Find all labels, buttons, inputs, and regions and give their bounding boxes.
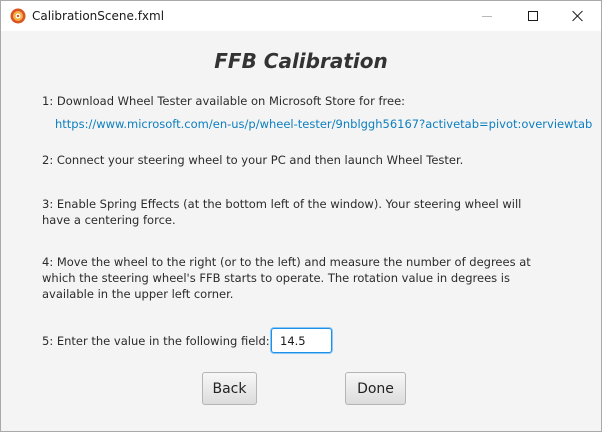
minimize-button[interactable] <box>464 1 510 31</box>
close-icon <box>572 10 584 22</box>
app-logo-icon <box>10 8 26 24</box>
title-bar[interactable]: CalibrationScene.fxml <box>1 1 601 31</box>
window-title: CalibrationScene.fxml <box>32 9 165 23</box>
done-button[interactable]: Done <box>345 372 406 405</box>
maximize-button[interactable] <box>510 1 556 31</box>
back-button[interactable]: Back <box>202 372 257 405</box>
degrees-value-input[interactable] <box>271 328 332 353</box>
page-title: FFB Calibration <box>214 49 388 73</box>
step-4-text: 4: Move the wheel to the right (or to th… <box>42 255 531 301</box>
step-1-text: 1: Download Wheel Tester available on Mi… <box>42 94 406 108</box>
maximize-icon <box>528 11 538 21</box>
close-button[interactable] <box>555 1 601 31</box>
step-2-text: 2: Connect your steering wheel to your P… <box>42 153 464 167</box>
wheel-tester-store-link[interactable]: https://www.microsoft.com/en-us/p/wheel-… <box>55 117 592 131</box>
calibration-window: CalibrationScene.fxml FFB Calibration 1:… <box>0 0 602 432</box>
step-3-text: 3: Enable Spring Effects (at the bottom … <box>42 197 522 227</box>
minimize-icon <box>482 15 492 17</box>
main-content: FFB Calibration 1: Download Wheel Tester… <box>1 31 601 431</box>
